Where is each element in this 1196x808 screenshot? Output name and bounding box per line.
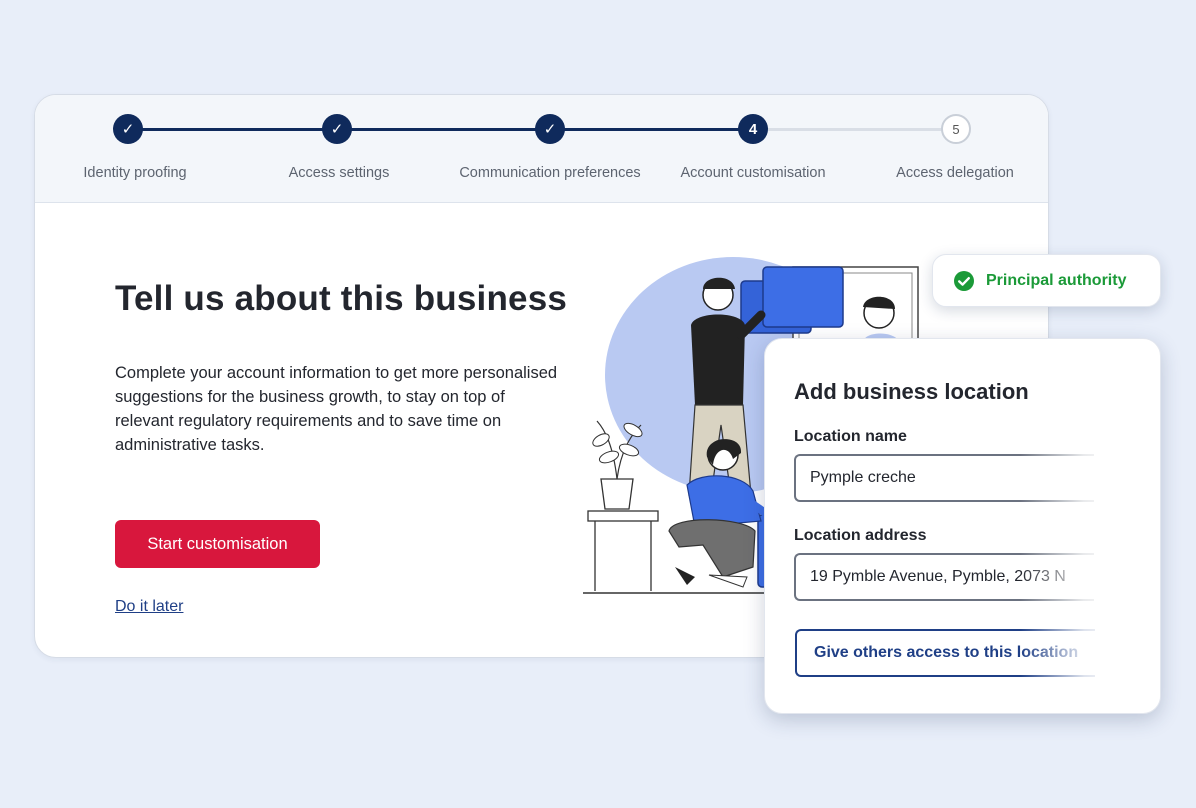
step-2-check-icon[interactable]: ✓ (322, 114, 352, 144)
add-business-location-panel: Add business location Location name Loca… (764, 338, 1161, 714)
step-label-access-settings[interactable]: Access settings (289, 165, 390, 181)
location-address-input[interactable] (794, 553, 1094, 601)
page-title: Tell us about this business (115, 279, 568, 318)
location-name-input[interactable] (794, 454, 1094, 502)
location-address-label: Location address (794, 527, 927, 544)
step-label-identity-proofing[interactable]: Identity proofing (83, 165, 186, 181)
step-1-check-icon[interactable]: ✓ (113, 114, 143, 144)
step-5-pending[interactable]: 5 (941, 114, 971, 144)
step-label-account-customisation[interactable]: Account customisation (680, 165, 825, 181)
badge-label: Principal authority (986, 271, 1127, 289)
give-others-access-button[interactable]: Give others access to this location (795, 629, 1095, 677)
step-label-access-delegation[interactable]: Access delegation (896, 165, 1014, 181)
stepper-track-complete (128, 128, 753, 131)
step-4-current[interactable]: 4 (738, 114, 768, 144)
step-3-check-icon[interactable]: ✓ (535, 114, 565, 144)
do-it-later-link[interactable]: Do it later (115, 598, 183, 616)
panel-title: Add business location (794, 379, 1029, 404)
progress-stepper: ✓ ✓ ✓ 4 5 Identity proofing Access setti… (35, 95, 1048, 203)
location-name-label: Location name (794, 428, 907, 445)
start-customisation-button[interactable]: Start customisation (115, 520, 320, 568)
step-label-communication-preferences[interactable]: Communication preferences (459, 165, 640, 181)
stepper-track-remaining (753, 128, 955, 131)
page-description: Complete your account information to get… (115, 364, 558, 454)
principal-authority-badge: Principal authority (932, 254, 1161, 307)
check-circle-icon (954, 270, 974, 291)
